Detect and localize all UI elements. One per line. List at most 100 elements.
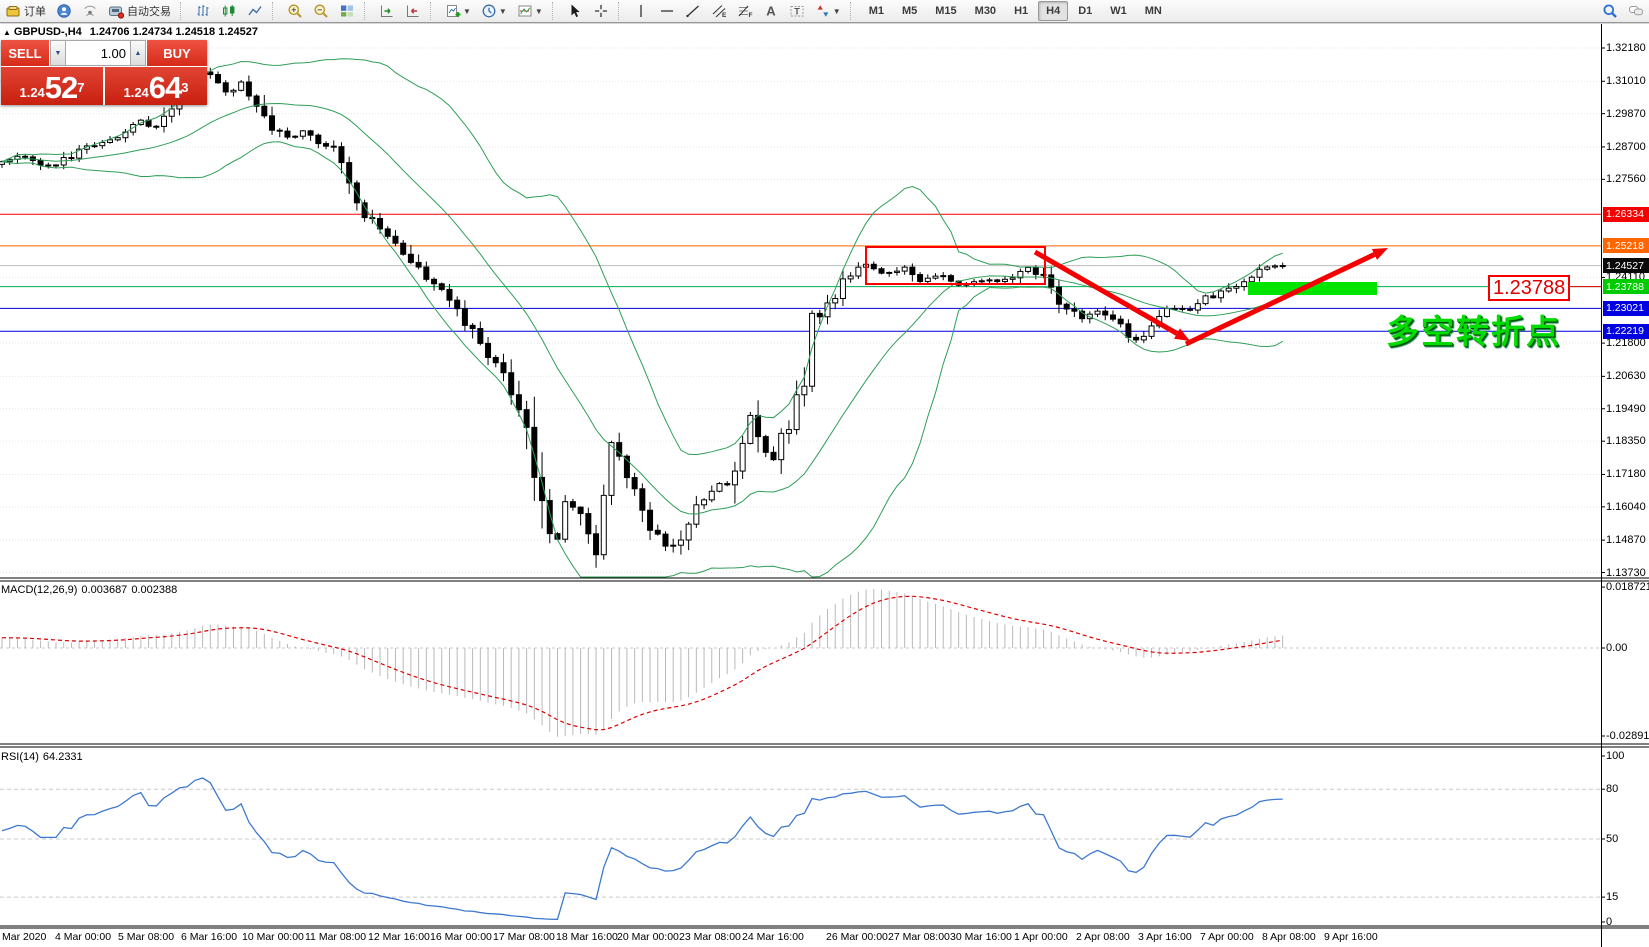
symbol-period-label: GBPUSD-,H4 bbox=[14, 26, 82, 38]
zoom-out-button[interactable] bbox=[309, 0, 333, 22]
time-tick-label: 30 Mar 16:00 bbox=[950, 931, 1012, 943]
toolbar-separator bbox=[364, 2, 371, 20]
collapse-arrow-icon[interactable]: ▲ bbox=[3, 28, 11, 37]
tile-windows-button[interactable] bbox=[335, 0, 359, 22]
grid-layer bbox=[0, 48, 1601, 897]
buy-price-sup: 3 bbox=[181, 73, 188, 103]
frame-layer bbox=[0, 22, 1649, 947]
auto-scroll-button[interactable] bbox=[375, 0, 399, 22]
time-tick-label: Mar 2020 bbox=[2, 931, 46, 943]
timeframe-m30[interactable]: M30 bbox=[967, 1, 1004, 21]
macd-value-main: 0.003687 bbox=[81, 584, 127, 596]
time-tick-label: 6 Mar 16:00 bbox=[181, 931, 237, 943]
timeframe-h1[interactable]: H1 bbox=[1006, 1, 1036, 21]
price-annotation-box[interactable]: 1.23788 bbox=[1488, 275, 1570, 301]
crosshair-button[interactable] bbox=[589, 0, 613, 22]
arrows-button[interactable]: ▼ bbox=[811, 0, 845, 22]
accounts-icon[interactable] bbox=[52, 0, 76, 22]
timeframe-d1[interactable]: D1 bbox=[1070, 1, 1100, 21]
bar-chart-button[interactable] bbox=[191, 0, 215, 22]
timeframe-m15[interactable]: M15 bbox=[927, 1, 964, 21]
new-chart-button[interactable]: ▼ bbox=[441, 0, 475, 22]
toolbar-separator bbox=[430, 2, 437, 20]
search-button[interactable] bbox=[1598, 0, 1622, 22]
volume-increase-button[interactable]: ▲ bbox=[130, 40, 146, 66]
toolbar: 订单自动交易▼▼▼EFAT▼M1M5M15M30H1H4D1W1MN bbox=[0, 0, 1649, 23]
time-tick-label: 27 Mar 08:00 bbox=[888, 931, 950, 943]
text-label-button[interactable]: T bbox=[785, 0, 809, 22]
time-tick-label: 11 Mar 08:00 bbox=[305, 931, 366, 943]
sell-button[interactable]: SELL bbox=[1, 40, 50, 66]
candlestick-button[interactable] bbox=[217, 0, 241, 22]
rsi-layer bbox=[2, 778, 1283, 919]
time-tick-label: 5 Mar 08:00 bbox=[118, 931, 174, 943]
vertical-line-button[interactable] bbox=[629, 0, 653, 22]
cursor-button[interactable] bbox=[563, 0, 587, 22]
up-trend-arrow[interactable] bbox=[1186, 254, 1374, 344]
rsi-name: RSI(14) bbox=[1, 751, 39, 763]
time-tick-label: 24 Mar 16:00 bbox=[742, 931, 804, 943]
price-badge-1.24527: 1.24527 bbox=[1603, 258, 1649, 273]
buy-price-big: 64 bbox=[149, 73, 181, 103]
sell-price-sup: 7 bbox=[77, 73, 84, 103]
toolbar-separator bbox=[850, 2, 857, 20]
price-badge-1.26334: 1.26334 bbox=[1603, 207, 1649, 222]
timeframe-mn[interactable]: MN bbox=[1137, 1, 1170, 21]
sell-price-prefix: 1.24 bbox=[19, 83, 44, 103]
templates-button[interactable]: ▼ bbox=[513, 0, 547, 22]
timeframe-h4[interactable]: H4 bbox=[1038, 1, 1068, 21]
buy-price-prefix: 1.24 bbox=[123, 83, 148, 103]
time-tick-label: 8 Apr 08:00 bbox=[1262, 931, 1316, 943]
volume-decrease-button[interactable]: ▼ bbox=[50, 40, 66, 66]
toolbar-separator bbox=[272, 2, 279, 20]
mt4-window: 订单自动交易▼▼▼EFAT▼M1M5M15M30H1H4D1W1MN ▲GBPU… bbox=[0, 0, 1649, 947]
periods-button[interactable]: ▼ bbox=[477, 0, 511, 22]
toolbar-separator bbox=[552, 2, 559, 20]
time-tick-label: 9 Apr 16:00 bbox=[1324, 931, 1378, 943]
sell-price-big: 52 bbox=[45, 73, 77, 103]
chat-button[interactable] bbox=[1624, 0, 1648, 22]
rsi-value: 64.2331 bbox=[43, 751, 83, 763]
timeframe-m1[interactable]: M1 bbox=[861, 1, 892, 21]
time-tick-label: 20 Mar 00:00 bbox=[617, 931, 679, 943]
time-tick-label: 26 Mar 00:00 bbox=[826, 931, 888, 943]
zoom-in-button[interactable] bbox=[283, 0, 307, 22]
horizontal-line-button[interactable] bbox=[655, 0, 679, 22]
svg-text:F: F bbox=[748, 12, 752, 19]
svg-text:T: T bbox=[794, 7, 800, 17]
time-tick-label: 18 Mar 16:00 bbox=[556, 931, 618, 943]
macd-indicator-label: MACD(12,26,9)0.0036870.002388 bbox=[1, 584, 181, 596]
chart-shift-button[interactable] bbox=[401, 0, 425, 22]
chart-header: ▲GBPUSD-,H4 1.24706 1.24734 1.24518 1.245… bbox=[3, 26, 258, 38]
signals-icon[interactable] bbox=[78, 0, 102, 22]
rsi-line bbox=[2, 778, 1283, 919]
price-badge-1.25218: 1.25218 bbox=[1603, 238, 1649, 253]
toolbar-separator bbox=[180, 2, 187, 20]
timeframe-w1[interactable]: W1 bbox=[1102, 1, 1135, 21]
time-tick-label: 10 Mar 00:00 bbox=[242, 931, 304, 943]
macd-layer bbox=[2, 589, 1283, 737]
timeframe-m5[interactable]: M5 bbox=[894, 1, 925, 21]
price-badge-1.22219: 1.22219 bbox=[1603, 324, 1649, 339]
line-chart-button[interactable] bbox=[243, 0, 267, 22]
buy-button[interactable]: BUY bbox=[146, 40, 207, 66]
time-tick-label: 4 Mar 00:00 bbox=[55, 931, 111, 943]
rsi-indicator-label: RSI(14) 64.2331 bbox=[1, 751, 87, 763]
buy-price-display[interactable]: 1.24643 bbox=[105, 67, 207, 105]
new-order-button[interactable]: 订单 bbox=[1, 0, 50, 22]
volume-input[interactable] bbox=[66, 40, 130, 66]
text-button[interactable]: A bbox=[759, 0, 783, 22]
chart-canvas[interactable] bbox=[0, 0, 1649, 947]
fibonacci-button[interactable]: F bbox=[733, 0, 757, 22]
autotrading-button[interactable]: 自动交易 bbox=[104, 0, 175, 22]
time-tick-label: 23 Mar 08:00 bbox=[679, 931, 741, 943]
ohlc-values: 1.24706 1.24734 1.24518 1.24527 bbox=[90, 26, 258, 38]
level-lines-layer bbox=[0, 214, 1601, 331]
svg-text:E: E bbox=[722, 12, 727, 19]
sell-price-display[interactable]: 1.24527 bbox=[1, 67, 105, 105]
trendline-button[interactable] bbox=[681, 0, 705, 22]
time-tick-label: 7 Apr 00:00 bbox=[1200, 931, 1254, 943]
turning-point-annotation: 多空转折点 bbox=[1386, 305, 1561, 353]
channel-button[interactable]: E bbox=[707, 0, 731, 22]
time-axis: Mar 2020 4 Mar 00:00 5 Mar 08:00 6 Mar 16:0… bbox=[0, 929, 1649, 947]
